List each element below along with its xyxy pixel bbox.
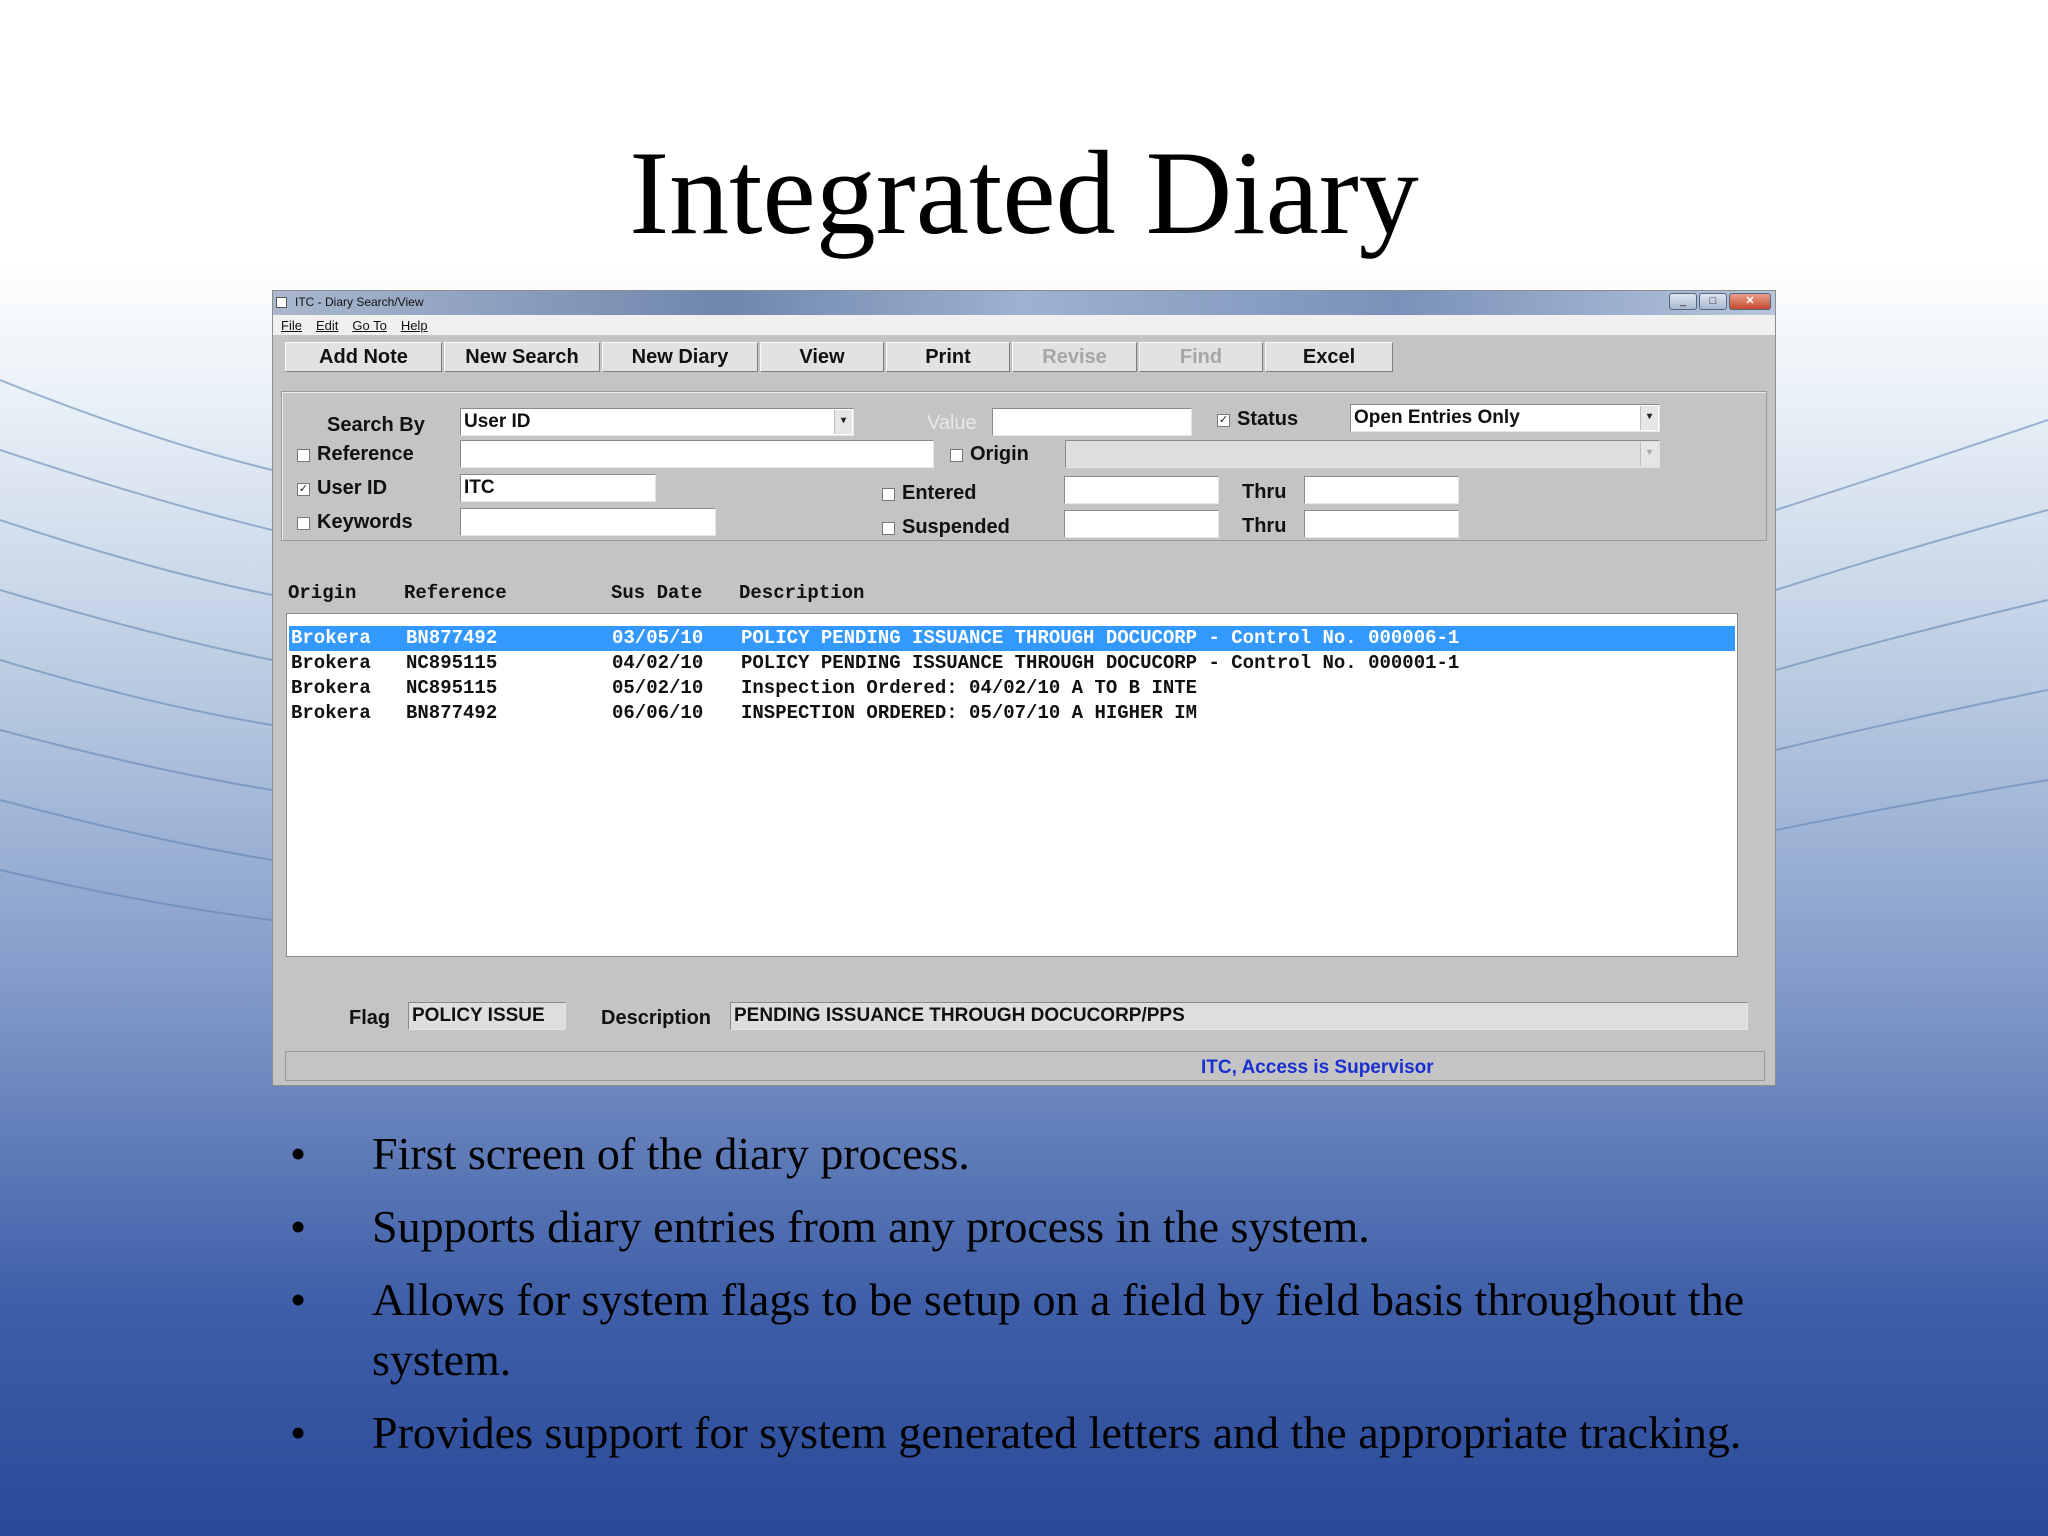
status-select[interactable]: Open Entries Only ▾ (1350, 404, 1660, 432)
menu-goto[interactable]: Go To (352, 318, 386, 333)
entered-thru-input[interactable] (1304, 476, 1459, 504)
toolbar: Add Note New Search New Diary View Print… (285, 342, 1395, 372)
suspended-thru-input[interactable] (1304, 510, 1459, 538)
reference-label: Reference (317, 443, 414, 465)
search-by-label: Search By (327, 414, 425, 436)
origin-label: Origin (970, 443, 1029, 465)
new-diary-button[interactable]: New Diary (602, 342, 758, 372)
table-row[interactable]: Brokera BN877492 03/05/10 POLICY PENDING… (289, 626, 1735, 651)
row-reference: NC895115 (406, 652, 498, 674)
chevron-down-icon[interactable]: ▾ (834, 410, 852, 434)
row-reference: BN877492 (406, 627, 498, 649)
row-reference: BN877492 (406, 702, 498, 724)
user-id-checkbox[interactable]: ✓ (297, 483, 310, 496)
excel-button[interactable]: Excel (1265, 342, 1393, 372)
maximize-icon[interactable]: □ (1699, 293, 1727, 310)
search-criteria-panel: Search By User ID ▾ Value ✓ Status Open … (281, 391, 1767, 541)
table-row[interactable]: Brokera NC895115 04/02/10 POLICY PENDING… (289, 651, 1735, 676)
new-search-button[interactable]: New Search (444, 342, 600, 372)
user-id-label: User ID (317, 477, 388, 499)
view-button[interactable]: View (760, 342, 884, 372)
keywords-checkbox[interactable] (297, 517, 310, 530)
row-origin: Brokera (291, 702, 371, 724)
menu-help[interactable]: Help (401, 318, 428, 333)
row-origin: Brokera (291, 677, 371, 699)
entered-label: Entered (902, 482, 977, 504)
status-checkbox[interactable]: ✓ (1217, 414, 1230, 427)
origin-checkbox[interactable] (950, 449, 963, 462)
row-sus-date: 05/02/10 (612, 677, 704, 699)
bullet-item: • Provides support for system generated l… (290, 1407, 1742, 1458)
description-field: PENDING ISSUANCE THROUGH DOCUCORP/PPS (730, 1002, 1748, 1030)
row-sus-date: 06/06/10 (612, 702, 704, 724)
origin-select[interactable]: ▾ (1065, 440, 1660, 468)
window-titlebar[interactable]: ITC - Diary Search/View _ □ ✕ (273, 291, 1775, 315)
suspended-thru-label: Thru (1242, 515, 1287, 537)
flag-field: POLICY ISSUE (408, 1002, 566, 1030)
keywords-input[interactable] (460, 508, 716, 536)
suspended-checkbox[interactable] (882, 522, 895, 535)
row-sus-date: 03/05/10 (612, 627, 704, 649)
status-bar: ITC, Access is Supervisor (285, 1051, 1765, 1081)
column-header-reference[interactable]: Reference (404, 582, 507, 604)
slide-title: Integrated Diary (629, 126, 1419, 259)
description-label: Description (601, 1007, 712, 1029)
column-header-sus-date[interactable]: Sus Date (611, 582, 702, 604)
app-icon (276, 297, 287, 308)
column-header-description[interactable]: Description (739, 582, 864, 604)
keywords-label: Keywords (317, 511, 413, 533)
status-text: ITC, Access is Supervisor (1201, 1057, 1434, 1078)
print-button[interactable]: Print (886, 342, 1010, 372)
row-description: INSPECTION ORDERED: 05/07/10 A HIGHER IM (741, 702, 1198, 724)
row-origin: Brokera (291, 652, 371, 674)
row-origin: Brokera (291, 627, 371, 649)
table-row[interactable]: Brokera NC895115 05/02/10 Inspection Ord… (289, 676, 1735, 701)
row-reference: NC895115 (406, 677, 498, 699)
entered-checkbox[interactable] (882, 488, 895, 501)
row-description: POLICY PENDING ISSUANCE THROUGH DOCUCORP… (741, 627, 1460, 649)
reference-checkbox[interactable] (297, 449, 310, 462)
close-icon[interactable]: ✕ (1729, 293, 1771, 310)
bullet-item: • First screen of the diary process. (290, 1128, 970, 1179)
column-header-origin[interactable]: Origin (288, 582, 356, 604)
row-description: Inspection Ordered: 04/02/10 A TO B INTE (741, 677, 1198, 699)
entered-from-input[interactable] (1064, 476, 1219, 504)
minimize-icon[interactable]: _ (1669, 293, 1697, 310)
value-label: Value (927, 412, 977, 434)
chevron-down-icon[interactable]: ▾ (1640, 442, 1658, 466)
user-id-input[interactable]: ITC (460, 474, 656, 502)
results-list[interactable]: Brokera BN877492 03/05/10 POLICY PENDING… (286, 613, 1738, 957)
flag-label: Flag (349, 1007, 391, 1029)
menu-edit[interactable]: Edit (316, 318, 338, 333)
row-sus-date: 04/02/10 (612, 652, 704, 674)
bullet-list: • First screen of the diary process. • Sup… (290, 1124, 1790, 1476)
suspended-label: Suspended (902, 516, 1010, 538)
reference-input[interactable] (460, 440, 934, 468)
diary-search-window: ITC - Diary Search/View _ □ ✕ File Edit … (272, 290, 1776, 1086)
value-input[interactable] (992, 408, 1192, 436)
bullet-item: • Allows for system flags to be setup on … (290, 1274, 1745, 1385)
status-label: Status (1237, 408, 1299, 430)
search-by-select[interactable]: User ID ▾ (460, 408, 854, 436)
menu-bar: File Edit Go To Help (273, 315, 1775, 335)
revise-button[interactable]: Revise (1012, 342, 1137, 372)
entered-thru-label: Thru (1242, 481, 1287, 503)
menu-file[interactable]: File (281, 318, 302, 333)
chevron-down-icon[interactable]: ▾ (1640, 406, 1658, 430)
window-title: ITC - Diary Search/View (295, 295, 424, 309)
row-description: POLICY PENDING ISSUANCE THROUGH DOCUCORP… (741, 652, 1460, 674)
find-button[interactable]: Find (1139, 342, 1263, 372)
table-row[interactable]: Brokera BN877492 06/06/10 INSPECTION ORD… (289, 701, 1735, 726)
bullet-item: • Supports diary entries from any process… (290, 1201, 1370, 1252)
suspended-from-input[interactable] (1064, 510, 1219, 538)
add-note-button[interactable]: Add Note (285, 342, 442, 372)
